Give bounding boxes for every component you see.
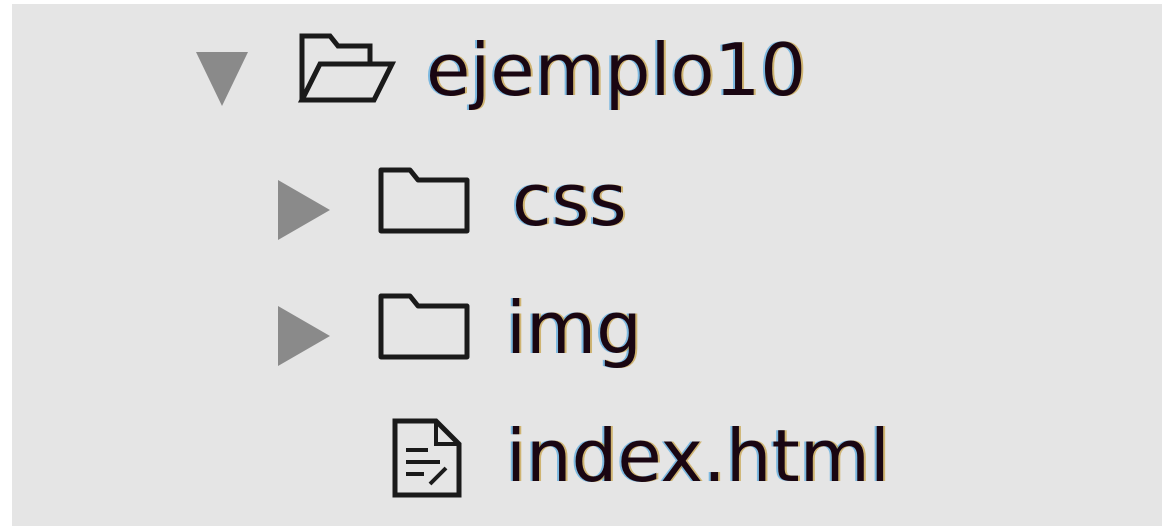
tree-item-css[interactable]: css xyxy=(12,144,1162,254)
chevron-down-icon[interactable] xyxy=(194,48,250,108)
folder-icon xyxy=(378,293,470,360)
tree-item-img[interactable]: img xyxy=(12,270,1162,380)
tree-item-index-html[interactable]: index.html xyxy=(12,400,1162,510)
file-explorer-panel: ejemplo10 css img index.html xyxy=(12,4,1162,526)
html-file-icon xyxy=(392,418,462,498)
tree-item-label: ejemplo10 xyxy=(426,28,807,112)
folder-icon xyxy=(378,167,470,234)
tree-item-ejemplo10[interactable]: ejemplo10 xyxy=(12,4,1162,114)
chevron-right-icon[interactable] xyxy=(276,304,332,368)
tree-item-label: index.html xyxy=(506,414,890,498)
tree-item-label: img xyxy=(506,286,642,370)
tree-item-label: css xyxy=(512,158,627,242)
folder-open-icon xyxy=(297,33,396,103)
chevron-right-icon[interactable] xyxy=(276,178,332,242)
